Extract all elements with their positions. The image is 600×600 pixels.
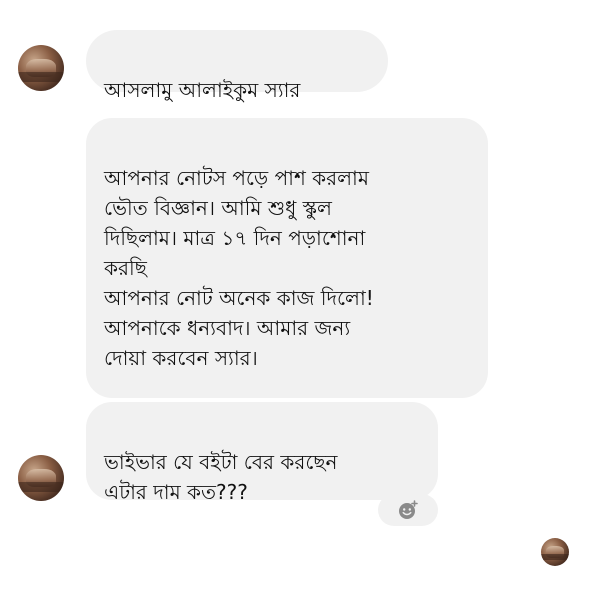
seen-avatar: [541, 538, 569, 566]
sender-avatar[interactable]: [18, 455, 64, 501]
sender-avatar[interactable]: [18, 45, 64, 91]
message-bubble[interactable]: আসলামু আলাইকুম স্যার: [86, 30, 388, 102]
message-text: আসলামু আলাইকুম স্যার: [104, 78, 301, 102]
message-text: আপনার নোটস পড়ে পাশ করলাম ভৌত বিজ্ঞান। আ…: [104, 166, 374, 370]
chat-thread: আসলামু আলাইকুম স্যার আপনার নোটস পড়ে পাশ…: [0, 0, 600, 600]
add-reaction-icon: [399, 500, 418, 519]
message-bubble[interactable]: আপনার নোটস পড়ে পাশ করলাম ভৌত বিজ্ঞান। আ…: [86, 118, 488, 398]
message-text: ভাইভার যে বইটা বের করছেন এটার দাম কত???: [104, 450, 338, 504]
add-reaction-button[interactable]: [378, 494, 438, 526]
message-bubble[interactable]: ভাইভার যে বইটা বের করছেন এটার দাম কত???: [86, 402, 438, 504]
